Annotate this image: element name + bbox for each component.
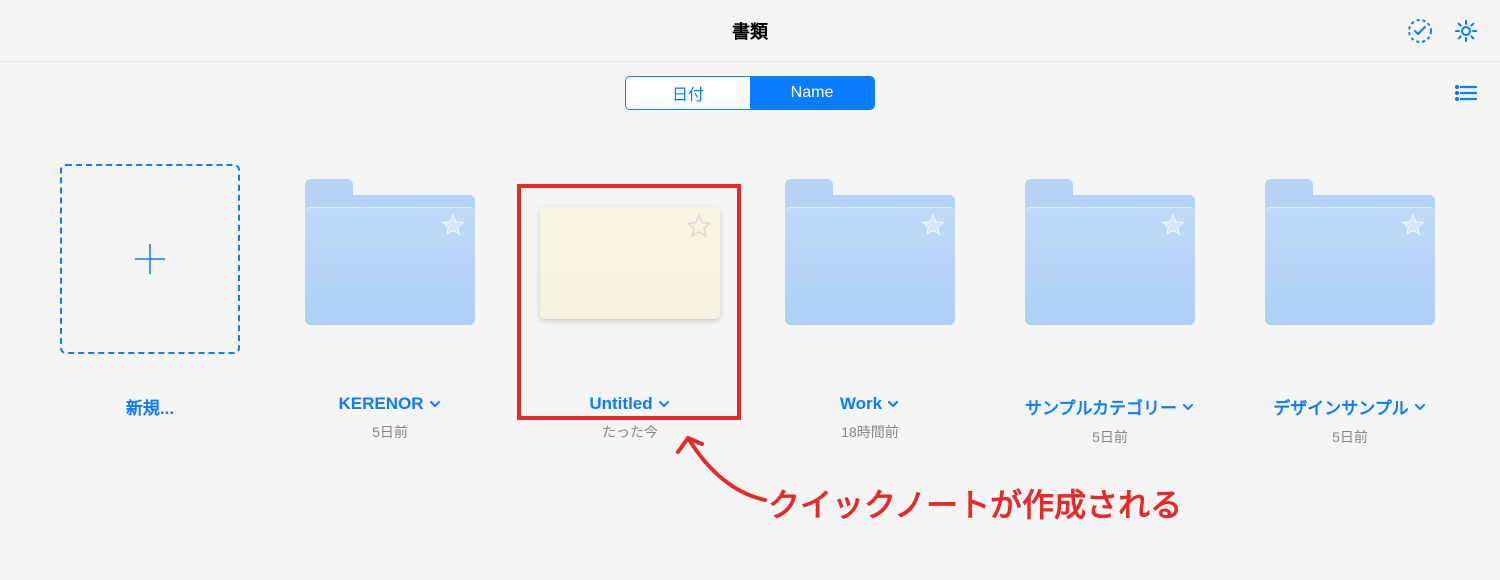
- star-icon: [441, 213, 465, 237]
- header: 書類: [0, 0, 1500, 62]
- item-subtitle: 5日前: [270, 422, 510, 442]
- new-document-button[interactable]: [60, 164, 240, 354]
- item-title[interactable]: KERENOR: [338, 394, 441, 414]
- grid-item-folder: デザインサンプル 5日前: [1230, 164, 1470, 447]
- item-title-text: Work: [840, 394, 882, 414]
- item-subtitle: 5日前: [1230, 427, 1470, 447]
- folder-thumbnail[interactable]: [785, 193, 955, 325]
- page-title: 書類: [732, 18, 768, 44]
- grid-item-folder: KERENOR 5日前: [270, 164, 510, 447]
- annotation-text: クイックノートが作成される: [768, 480, 1182, 526]
- header-actions: [1406, 0, 1480, 62]
- sort-segmented: 日付 Name: [625, 76, 875, 110]
- chevron-down-icon: [886, 397, 900, 411]
- item-title-text: Untitled: [589, 394, 652, 414]
- star-icon: [921, 213, 945, 237]
- grid-item-folder: Work 18時間前: [750, 164, 990, 447]
- sort-by-name[interactable]: Name: [750, 77, 874, 109]
- star-icon: [686, 213, 712, 239]
- item-title-text: 新規...: [126, 394, 174, 419]
- document-grid: 新規... KERENOR 5日前: [0, 124, 1500, 447]
- plus-icon: [131, 240, 169, 278]
- item-title[interactable]: 新規...: [126, 394, 174, 419]
- toolbar-right: [1452, 62, 1480, 124]
- selection-check-icon[interactable]: [1406, 17, 1434, 45]
- item-subtitle: 5日前: [990, 427, 1230, 447]
- item-title[interactable]: Untitled: [589, 394, 670, 414]
- folder-thumbnail[interactable]: [305, 193, 475, 325]
- item-title[interactable]: デザインサンプル: [1273, 394, 1427, 419]
- folder-thumbnail[interactable]: [1265, 193, 1435, 325]
- chevron-down-icon: [1413, 400, 1427, 414]
- sort-by-date[interactable]: 日付: [626, 77, 750, 109]
- list-view-icon[interactable]: [1452, 79, 1480, 107]
- item-subtitle: たった今: [510, 422, 750, 442]
- star-icon: [1161, 213, 1185, 237]
- item-title-text: サンプルカテゴリー: [1025, 394, 1177, 419]
- chevron-down-icon: [1181, 400, 1195, 414]
- folder-thumbnail[interactable]: [1025, 193, 1195, 325]
- gear-icon[interactable]: [1452, 17, 1480, 45]
- chevron-down-icon: [428, 397, 442, 411]
- item-title[interactable]: Work: [840, 394, 900, 414]
- toolbar: 日付 Name: [0, 62, 1500, 124]
- item-title-text: KERENOR: [338, 394, 423, 414]
- star-icon: [1401, 213, 1425, 237]
- grid-item-new: 新規...: [30, 164, 270, 447]
- grid-item-folder: サンプルカテゴリー 5日前: [990, 164, 1230, 447]
- note-thumbnail[interactable]: [540, 207, 720, 319]
- item-title-text: デザインサンプル: [1273, 394, 1409, 419]
- chevron-down-icon: [657, 397, 671, 411]
- item-subtitle: 18時間前: [750, 422, 990, 442]
- item-title[interactable]: サンプルカテゴリー: [1025, 394, 1195, 419]
- grid-item-note: Untitled たった今: [510, 164, 750, 447]
